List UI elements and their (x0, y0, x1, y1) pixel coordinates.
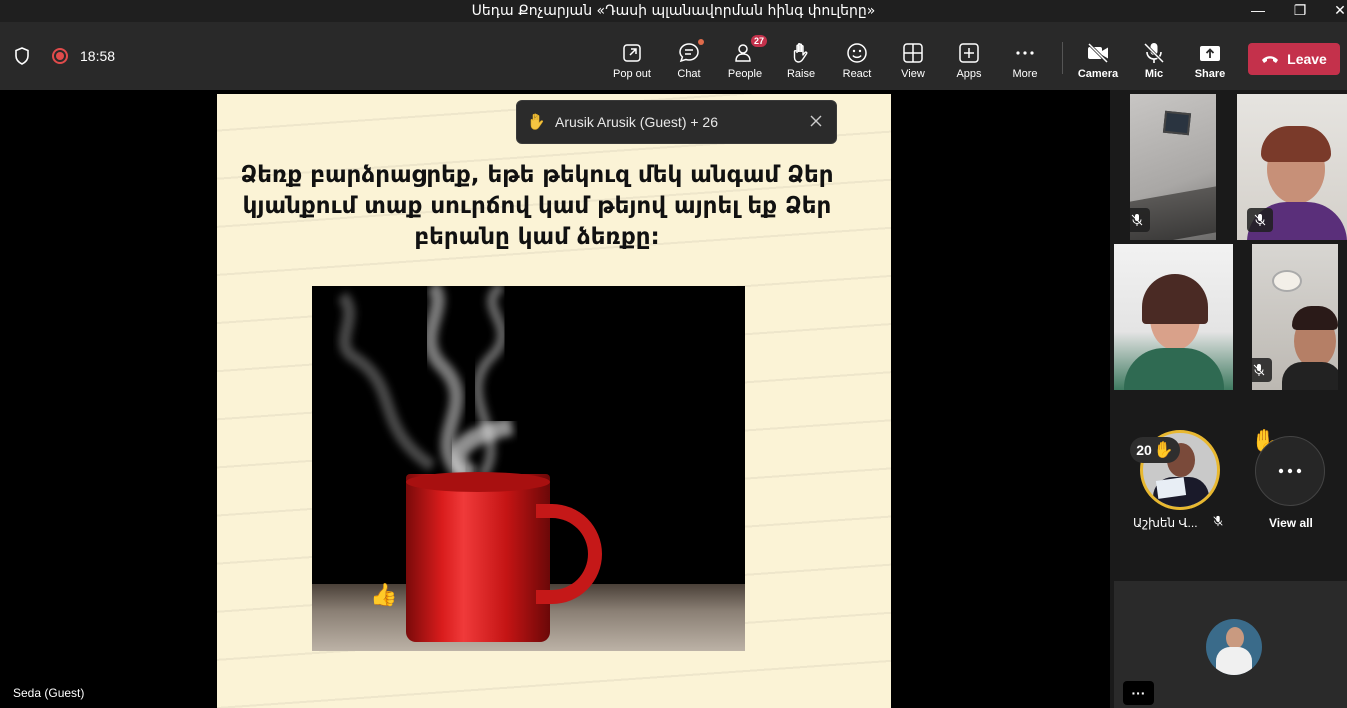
mic-off-icon (1213, 515, 1223, 527)
pop-out-button[interactable]: Pop out (604, 22, 660, 90)
chat-label: Chat (677, 68, 701, 80)
toolbar-divider (1062, 42, 1063, 74)
raised-hands-notification[interactable]: Arusik Arusik (Guest) + 26 (516, 100, 837, 144)
view-all-button[interactable] (1255, 436, 1325, 506)
slide-line-1: Ձեռք բարձրացրեք, եթե թեկուզ մեկ անգամ Ձե… (240, 162, 834, 188)
meeting-timer: 18:58 (80, 48, 116, 64)
share-label: Share (1194, 68, 1226, 80)
participant-name: Աշխեն Վ... (1133, 516, 1198, 530)
view-all-label[interactable]: View all (1269, 516, 1313, 530)
apps-label: Apps (956, 68, 982, 80)
meeting-toolbar: 18:58 Pop out Chat 27 People Raise React… (0, 22, 1347, 90)
apps-icon (957, 41, 981, 65)
close-window-button[interactable]: ✕ (1325, 0, 1347, 22)
raised-count-text: 20 (1136, 442, 1152, 458)
view-icon (901, 41, 925, 65)
slide-line-3: բերանը կամ ձեռքը: (414, 224, 660, 250)
pop-out-icon (620, 41, 644, 65)
apps-button[interactable]: Apps (941, 22, 997, 90)
raised-hand-icon (529, 112, 547, 133)
raised-hands-count: 20 ✋ (1130, 437, 1180, 463)
more-label: More (1012, 68, 1038, 80)
more-icon (1278, 468, 1302, 474)
people-button[interactable]: 27 People (717, 22, 773, 90)
mic-button[interactable]: Mic (1126, 22, 1182, 90)
more-icon (1013, 41, 1037, 65)
people-icon: 27 (733, 35, 767, 65)
window-title: Սեդա Քոչարյան «Դասի պլանավորման հինգ փու… (471, 3, 876, 19)
minimize-button[interactable]: — (1243, 0, 1273, 22)
video-tile-2[interactable] (1237, 94, 1347, 240)
raised-hand-icon: ✋ (1153, 442, 1174, 459)
raise-label: Raise (786, 68, 816, 80)
red-mug (406, 474, 550, 642)
share-icon (1198, 41, 1222, 65)
chat-button[interactable]: Chat (661, 22, 717, 90)
mic-label: Mic (1144, 68, 1164, 80)
people-count-badge: 27 (750, 35, 767, 47)
video-tile-4[interactable] (1252, 244, 1338, 390)
slide-line-2: կյանքում տաք սուրճով կամ թեյով այրել եք … (242, 193, 832, 219)
raised-hands-text: Arusik Arusik (Guest) + 26 (555, 114, 719, 130)
mic-off-icon (1252, 358, 1272, 382)
close-icon[interactable] (808, 113, 824, 129)
view-label: View (901, 68, 925, 80)
video-tile-1[interactable] (1130, 94, 1216, 240)
restore-button[interactable]: ❐ (1285, 0, 1315, 22)
share-button[interactable]: Share (1182, 22, 1238, 90)
mic-off-icon (1247, 208, 1273, 232)
react-label: React (842, 68, 872, 80)
camera-label: Camera (1077, 68, 1119, 80)
leave-button[interactable]: Leave (1248, 43, 1340, 75)
title-bar: Սեդա Քոչարյան «Դասի պլանավորման հինգ փու… (0, 0, 1347, 22)
raise-hand-icon (789, 41, 813, 65)
people-label: People (727, 68, 763, 80)
react-button[interactable]: React (829, 22, 885, 90)
recording-icon (52, 48, 68, 64)
presenter-name: Seda (Guest) (13, 686, 85, 700)
shield-icon[interactable] (12, 46, 32, 66)
mic-off-icon (1142, 41, 1166, 65)
self-avatar (1206, 619, 1262, 675)
video-tile-3[interactable] (1114, 244, 1233, 390)
leave-label: Leave (1287, 51, 1327, 67)
camera-button[interactable]: Camera (1070, 22, 1126, 90)
thumbs-up-reaction: 👍 (370, 582, 398, 607)
react-icon (845, 41, 869, 65)
coffee-mug-image: 👍 (312, 286, 745, 651)
phone-hangup-icon (1262, 56, 1279, 63)
mic-off-icon (1130, 208, 1150, 232)
shared-slide: Ձեռք բարձրացրեք, եթե թեկուզ մեկ անգամ Ձե… (217, 94, 891, 708)
camera-off-icon (1086, 41, 1110, 65)
chat-icon (677, 39, 704, 65)
raise-hand-button[interactable]: Raise (773, 22, 829, 90)
pop-out-label: Pop out (613, 68, 651, 80)
slide-text: Ձեռք բարձրացրեք, եթե թեկուզ մեկ անգամ Ձե… (217, 160, 891, 253)
more-button[interactable]: More (997, 22, 1053, 90)
view-button[interactable]: View (885, 22, 941, 90)
more-options-button[interactable]: ··· (1123, 681, 1154, 705)
